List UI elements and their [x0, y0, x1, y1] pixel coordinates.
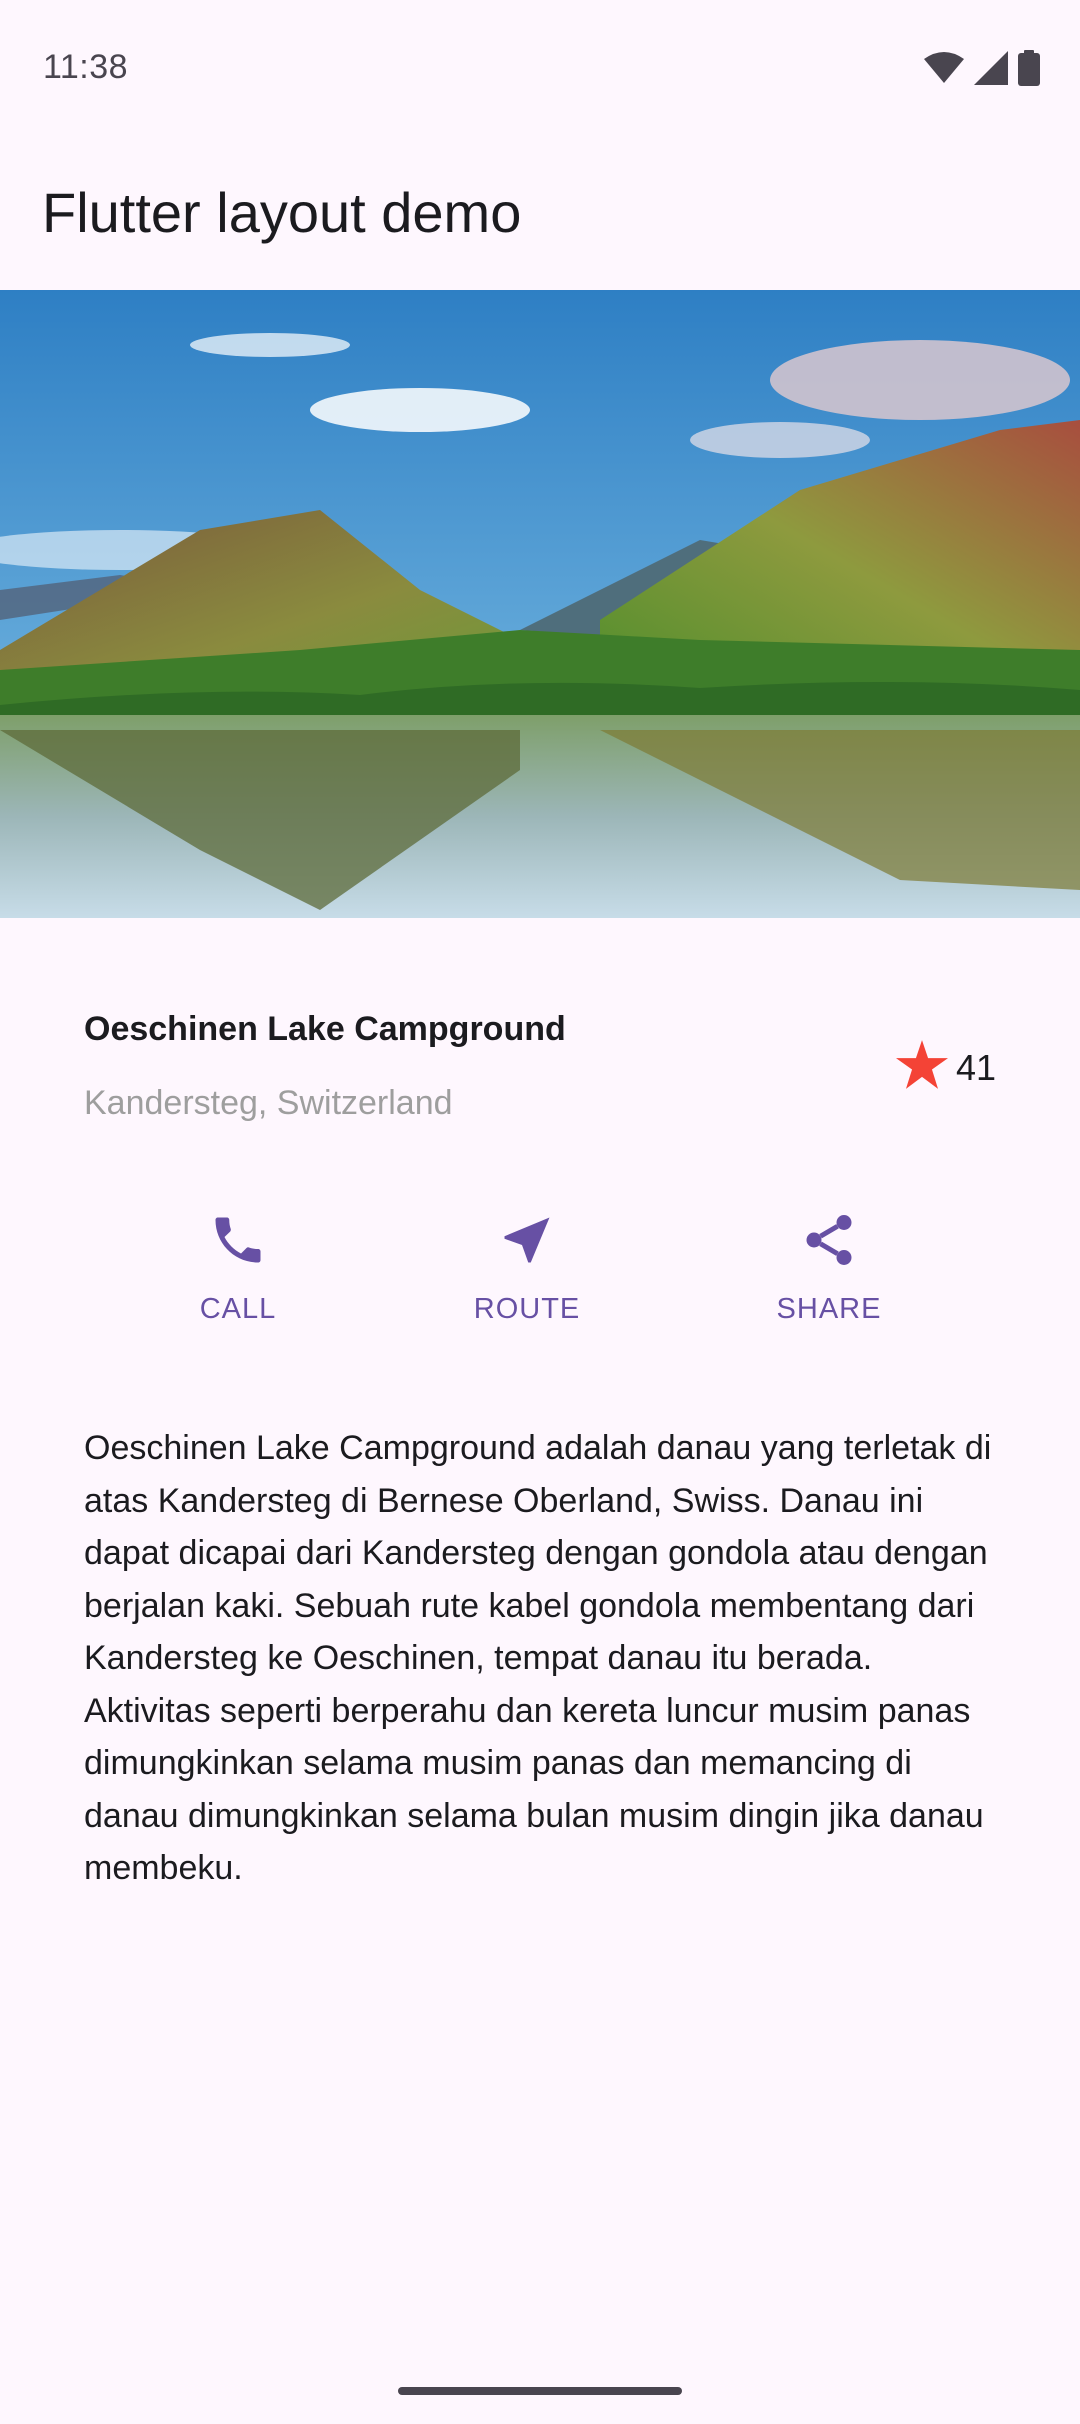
- place-name: Oeschinen Lake Campground: [84, 1010, 566, 1048]
- page-title: Flutter layout demo: [42, 181, 522, 244]
- hero-image: [0, 290, 1080, 918]
- place-location: Kandersteg, Switzerland: [84, 1084, 453, 1122]
- route-label: ROUTE: [473, 1293, 581, 1325]
- star-icon: [895, 1040, 948, 1095]
- status-bar: 11:38: [0, 0, 1080, 140]
- app-bar: Flutter layout demo: [0, 140, 1080, 290]
- status-time: 11:38: [43, 48, 129, 86]
- description-text: Oeschinen Lake Campground adalah danau y…: [84, 1429, 992, 1887]
- rating-count: 41: [955, 1046, 996, 1088]
- route-button[interactable]: ROUTE: [417, 1210, 637, 1326]
- wifi-icon: [924, 51, 964, 90]
- status-icons: [924, 50, 1040, 91]
- share-icon: [799, 1210, 859, 1275]
- battery-icon: [1018, 50, 1040, 91]
- action-row: CALL ROUTE SHARE: [0, 1210, 1080, 1350]
- share-label: SHARE: [776, 1293, 882, 1325]
- signal-icon: [974, 51, 1008, 90]
- home-indicator[interactable]: [398, 2387, 682, 2395]
- call-button[interactable]: CALL: [128, 1210, 348, 1326]
- phone-icon: [208, 1210, 268, 1275]
- navigation-icon: [497, 1210, 557, 1275]
- share-button[interactable]: SHARE: [719, 1210, 939, 1326]
- title-section: Oeschinen Lake Campground Kandersteg, Sw…: [84, 1000, 996, 1150]
- rating: 41: [895, 1040, 996, 1095]
- call-label: CALL: [199, 1293, 277, 1325]
